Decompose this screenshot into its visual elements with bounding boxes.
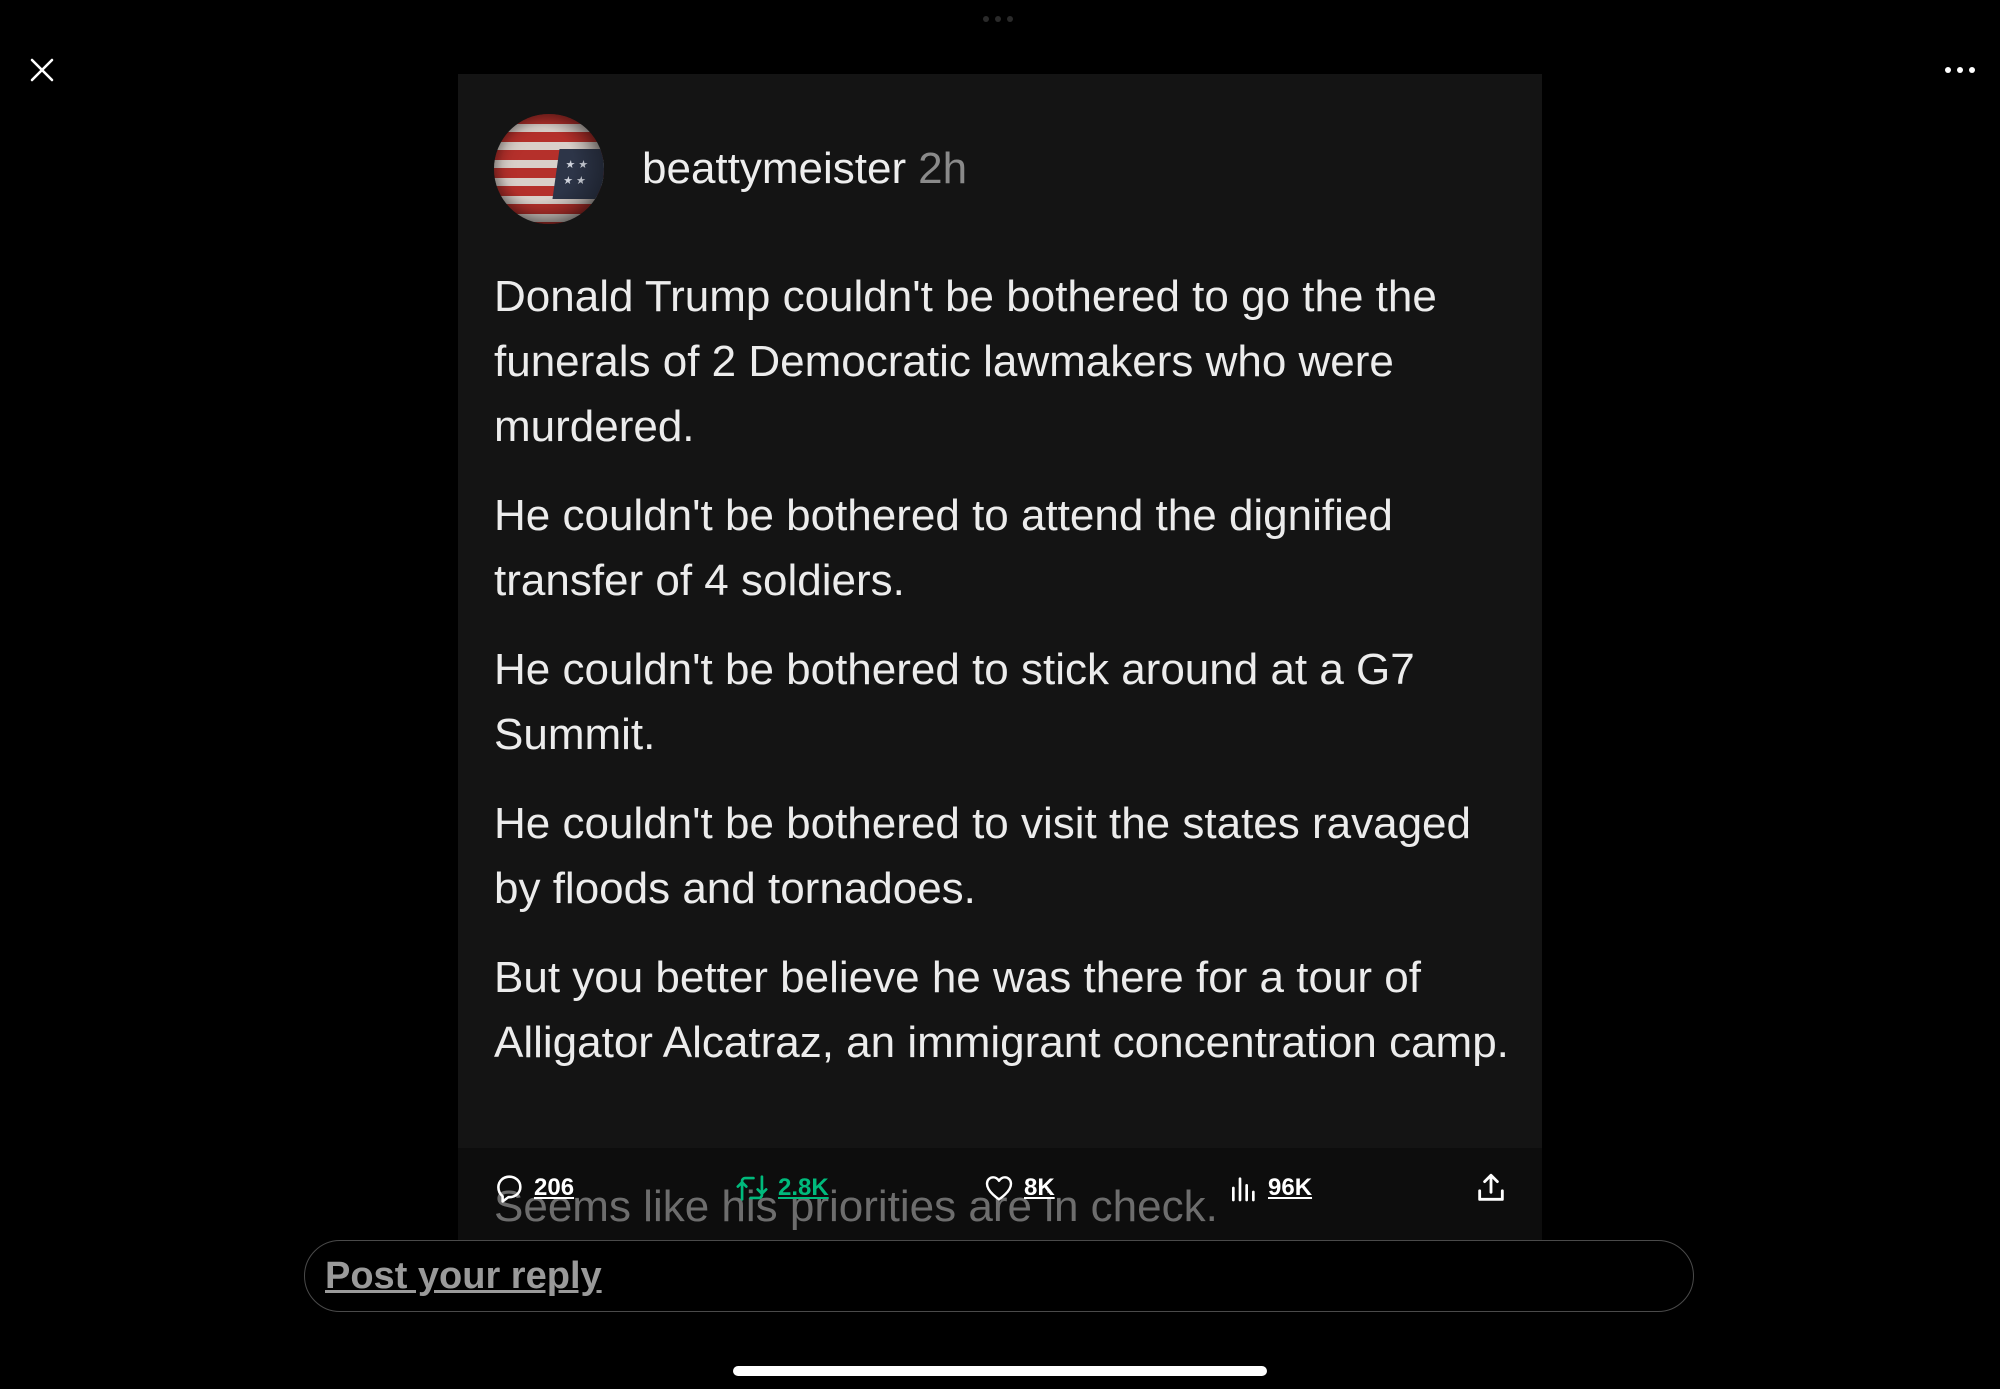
pager-dots <box>983 16 1013 22</box>
post-paragraph: He couldn't be bothered to attend the di… <box>494 491 1393 605</box>
more-options-button[interactable] <box>1940 50 1980 90</box>
timestamp: 2h <box>918 144 968 193</box>
share-icon <box>1478 1173 1504 1201</box>
heart-icon <box>985 1176 1013 1201</box>
post-paragraph: But you better believe he was there for … <box>494 953 1509 1067</box>
post-paragraph: He couldn't be bothered to visit the sta… <box>494 799 1472 913</box>
action-bar: 206 2.8K 8K 96K <box>458 1164 1542 1212</box>
post-header: beattymeister 2h <box>494 114 967 224</box>
repost-button[interactable]: 2.8K <box>734 1164 829 1212</box>
username: beattymeister <box>642 144 907 193</box>
media-viewer: beattymeister 2h Donald Trump couldn't b… <box>0 0 2000 1389</box>
close-icon <box>30 58 54 82</box>
reply-placeholder: Post your reply <box>325 1255 602 1297</box>
post-paragraph: Donald Trump couldn't be bothered to go … <box>494 272 1437 451</box>
views-button[interactable]: 96K <box>1228 1164 1312 1212</box>
close-button[interactable] <box>22 50 62 90</box>
repost-icon <box>736 1175 768 1201</box>
reply-button[interactable]: 206 <box>492 1164 574 1212</box>
like-count: 8K <box>1024 1174 1055 1201</box>
home-indicator[interactable] <box>733 1366 1267 1376</box>
views-count: 96K <box>1268 1174 1313 1201</box>
post-body: Donald Trump couldn't be bothered to go … <box>494 264 1514 1099</box>
post-image[interactable]: beattymeister 2h Donald Trump couldn't b… <box>458 74 1542 1264</box>
reply-icon <box>497 1175 522 1203</box>
reply-count: 206 <box>534 1174 575 1201</box>
post-paragraph: He couldn't be bothered to stick around … <box>494 645 1415 759</box>
views-chart-icon <box>1232 1177 1255 1202</box>
like-button[interactable]: 8K <box>982 1164 1055 1212</box>
repost-count: 2.8K <box>778 1174 829 1201</box>
share-button[interactable] <box>1474 1164 1508 1212</box>
avatar <box>494 114 604 224</box>
reply-input[interactable]: Post your reply <box>304 1240 1694 1312</box>
more-horizontal-icon <box>1945 67 1975 73</box>
